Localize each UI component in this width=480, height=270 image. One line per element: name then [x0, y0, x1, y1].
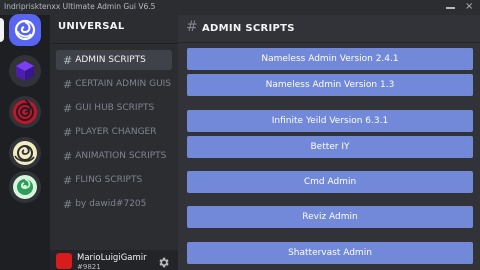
channel-fling-scripts[interactable]: # FLING SCRIPTS: [56, 170, 172, 190]
user-tag: #9821: [77, 263, 101, 270]
channel-label: GUI HUB SCRIPTS: [75, 103, 155, 113]
page-title: ADMIN SCRIPTS: [202, 23, 295, 34]
hash-icon: #: [63, 101, 73, 115]
minimize-icon[interactable]: [446, 7, 455, 9]
channel-player-changer[interactable]: # PLAYER CHANGER: [56, 122, 172, 142]
infinite-yield-button[interactable]: Infinite Yeild Version 6.3.1: [187, 110, 473, 132]
channel-label: by dawid#7205: [75, 199, 147, 209]
cmd-admin-button[interactable]: Cmd Admin: [187, 171, 473, 193]
server-2[interactable]: [9, 55, 41, 87]
hash-icon: #: [63, 149, 73, 163]
hash-icon: #: [63, 197, 73, 211]
better-iy-button[interactable]: Better IY: [187, 136, 473, 158]
hash-icon: #: [63, 125, 73, 139]
avatar: [56, 253, 72, 269]
gear-icon[interactable]: [157, 256, 170, 269]
channel-label: ANIMATION SCRIPTS: [75, 151, 167, 161]
channel-label: FLING SCRIPTS: [75, 175, 143, 185]
channel-label: CERTAIN ADMIN GUIS: [75, 79, 172, 89]
reviz-admin-button[interactable]: Reviz Admin: [187, 206, 473, 228]
nameless-admin-2-4-1-button[interactable]: Nameless Admin Version 2.4.1: [187, 48, 473, 70]
channel-credits[interactable]: # by dawid#7205: [56, 194, 172, 214]
divider: [50, 43, 178, 44]
channel-label: ADMIN SCRIPTS: [75, 55, 146, 65]
channel-gui-hub-scripts[interactable]: # GUI HUB SCRIPTS: [56, 98, 172, 118]
shattervast-admin-button[interactable]: Shattervast Admin: [187, 242, 473, 264]
window-title: Indriprisktenxx Ultimate Admin Gui V6.5: [4, 2, 156, 11]
channel-label: PLAYER CHANGER: [75, 127, 157, 137]
hash-icon: #: [186, 19, 198, 35]
active-server-indicator: [0, 18, 4, 42]
server-3[interactable]: [9, 96, 41, 128]
server-1[interactable]: [9, 14, 41, 46]
channel-certain-admin-guis[interactable]: # CERTAIN ADMIN GUIS: [56, 74, 172, 94]
green-swirl-icon: [13, 175, 37, 199]
hash-icon: #: [63, 53, 73, 67]
yellow-swirl-icon: [13, 141, 37, 165]
swirl-icon: [14, 19, 36, 41]
username: MarioLuigiGamir: [77, 253, 147, 263]
server-5[interactable]: [9, 171, 41, 203]
channel-admin-scripts[interactable]: # ADMIN SCRIPTS: [56, 50, 172, 70]
channel-animation-scripts[interactable]: # ANIMATION SCRIPTS: [56, 146, 172, 166]
purple-cube-icon: [16, 61, 34, 81]
red-swirl-icon: [13, 99, 37, 124]
server-4[interactable]: [9, 137, 41, 169]
hash-icon: #: [63, 173, 73, 187]
close-icon[interactable]: ×: [465, 2, 473, 12]
hash-icon: #: [63, 77, 73, 91]
nameless-admin-1-3-button[interactable]: Nameless Admin Version 1.3: [187, 74, 473, 96]
guild-name: UNIVERSAL: [58, 21, 125, 32]
